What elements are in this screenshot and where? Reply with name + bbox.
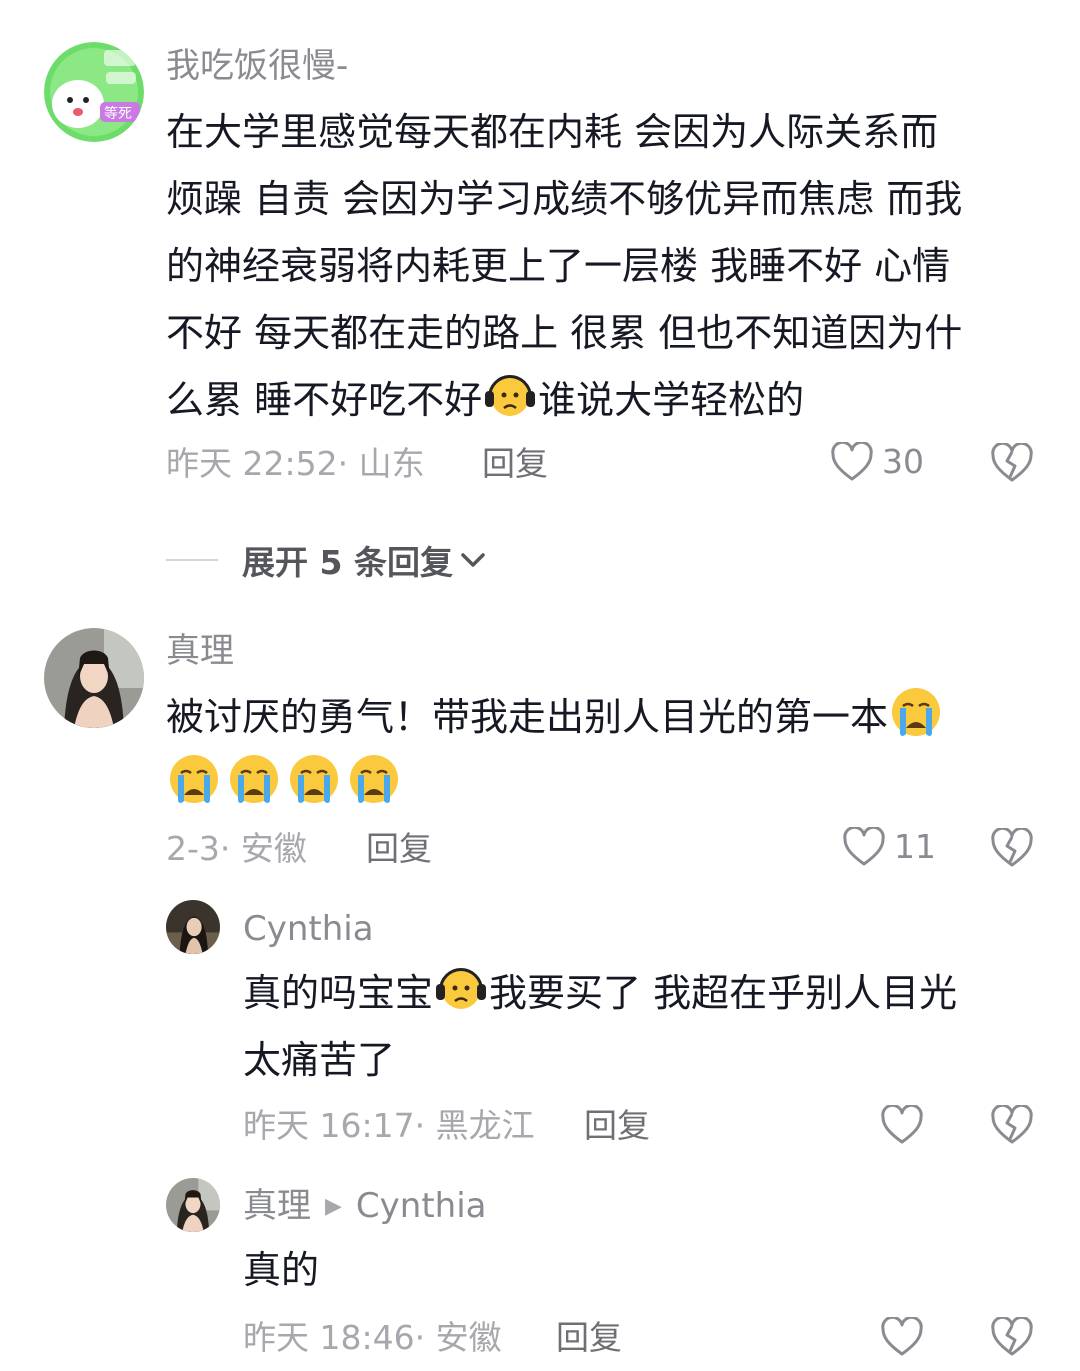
comment-username[interactable]: 真理 <box>166 631 234 671</box>
avatar[interactable]: 等死 <box>44 42 144 142</box>
crying-face-emoji <box>888 684 944 740</box>
like-button[interactable] <box>880 1105 924 1145</box>
avatar[interactable] <box>166 1178 220 1232</box>
reply-username[interactable]: 真理 <box>243 1186 311 1226</box>
heart-outline-icon <box>880 1105 924 1145</box>
dislike-button[interactable] <box>990 443 1034 483</box>
dislike-button[interactable] <box>990 1105 1034 1145</box>
reply-meta: 昨天 16:17· 黑龙江 <box>243 1106 535 1145</box>
reply-button[interactable]: 回复 <box>584 1106 650 1146</box>
like-count: 11 <box>894 827 936 866</box>
comment-meta: 昨天 22:52· 山东 <box>166 444 425 483</box>
heart-outline-icon <box>842 827 886 867</box>
expand-replies-label: 展开 5 条回复 <box>242 543 453 582</box>
broken-heart-icon <box>990 1317 1034 1357</box>
girl-photo-avatar-icon <box>44 628 144 728</box>
dislike-button[interactable] <box>990 1317 1034 1357</box>
headphones-frown-emoji <box>433 960 489 1016</box>
reply-username-row: 真理 ▶ Cynthia <box>243 1186 487 1227</box>
reply-text-fragment: 真的吗宝宝 <box>243 971 434 1015</box>
girl-photo-avatar-icon <box>166 1178 220 1232</box>
broken-heart-icon <box>990 443 1034 483</box>
comment-text-fragment: 么累 睡不好吃不好 <box>166 378 483 422</box>
avatar[interactable] <box>166 900 220 954</box>
headphones-frown-emoji <box>482 367 538 423</box>
comment-text-line: 在大学里感觉每天都在内耗 会因为人际关系而 <box>166 110 939 154</box>
expand-replies-button[interactable]: 展开 5 条回复 <box>166 536 487 584</box>
reply-text-line: 太痛苦了 <box>243 1038 396 1082</box>
cartoon-avatar-icon: 等死 <box>44 42 144 142</box>
reply-text: 真的吗宝宝 我要买了 我超在乎别人目光 太痛苦了 <box>243 960 957 1094</box>
comment-text-line: 不好 每天都在走的路上 很累 但也不知道因为什 <box>166 311 963 355</box>
broken-heart-icon <box>990 1105 1034 1145</box>
broken-heart-icon <box>990 828 1034 868</box>
crying-face-emoji <box>166 751 222 807</box>
comment-text-fragment: 谁说大学轻松的 <box>538 378 805 422</box>
avatar[interactable] <box>44 628 144 728</box>
comment-text-line: 被讨厌的勇气！带我走出别人目光的第一本 <box>166 684 944 751</box>
divider <box>166 559 218 561</box>
comment-username[interactable]: 我吃饭很慢- <box>166 46 348 86</box>
crying-face-emoji <box>286 751 342 807</box>
crying-face-emoji <box>226 751 282 807</box>
chevron-down-icon <box>459 550 487 570</box>
reply-text-line: 真的吗宝宝 我要买了 我超在乎别人目光 <box>243 960 957 1027</box>
reply-text: 真的 <box>243 1237 319 1304</box>
reply-button[interactable]: 回复 <box>556 1318 622 1358</box>
triangle-right-icon: ▶ <box>325 1194 342 1219</box>
reply-button[interactable]: 回复 <box>366 829 432 869</box>
like-count: 30 <box>882 442 924 481</box>
comment-text: 被讨厌的勇气！带我走出别人目光的第一本 <box>166 684 944 818</box>
comment-text: 在大学里感觉每天都在内耗 会因为人际关系而 烦躁 自责 会因为学习成绩不够优异而… <box>166 99 962 434</box>
reply-button[interactable]: 回复 <box>482 444 548 484</box>
comment-text-line: 烦躁 自责 会因为学习成绩不够优异而焦虑 而我 <box>166 177 963 221</box>
svg-text:等死: 等死 <box>104 105 132 122</box>
like-button[interactable]: 30 <box>830 442 924 482</box>
emoji-row <box>166 751 944 818</box>
heart-outline-icon <box>880 1317 924 1357</box>
reply-meta: 昨天 18:46· 安徽 <box>243 1318 502 1357</box>
comment-text-fragment: 被讨厌的勇气！带我走出别人目光的第一本 <box>166 695 889 739</box>
comment-text-line: 么累 睡不好吃不好 谁说大学轻松的 <box>166 367 962 434</box>
comment-text-line: 的神经衰弱将内耗更上了一层楼 我睡不好 心情 <box>166 244 951 288</box>
like-button[interactable]: 11 <box>842 827 936 867</box>
reply-text-line: 真的 <box>243 1248 320 1292</box>
like-button[interactable] <box>880 1317 924 1357</box>
reply-username[interactable]: Cynthia <box>243 909 374 949</box>
reply-to-username[interactable]: Cynthia <box>356 1186 487 1226</box>
girl-photo-avatar-icon <box>166 900 220 954</box>
heart-outline-icon <box>830 442 874 482</box>
reply-text-fragment: 我要买了 我超在乎别人目光 <box>489 971 958 1015</box>
dislike-button[interactable] <box>990 828 1034 868</box>
comment-meta: 2-3· 安徽 <box>166 829 307 868</box>
crying-face-emoji <box>346 751 402 807</box>
